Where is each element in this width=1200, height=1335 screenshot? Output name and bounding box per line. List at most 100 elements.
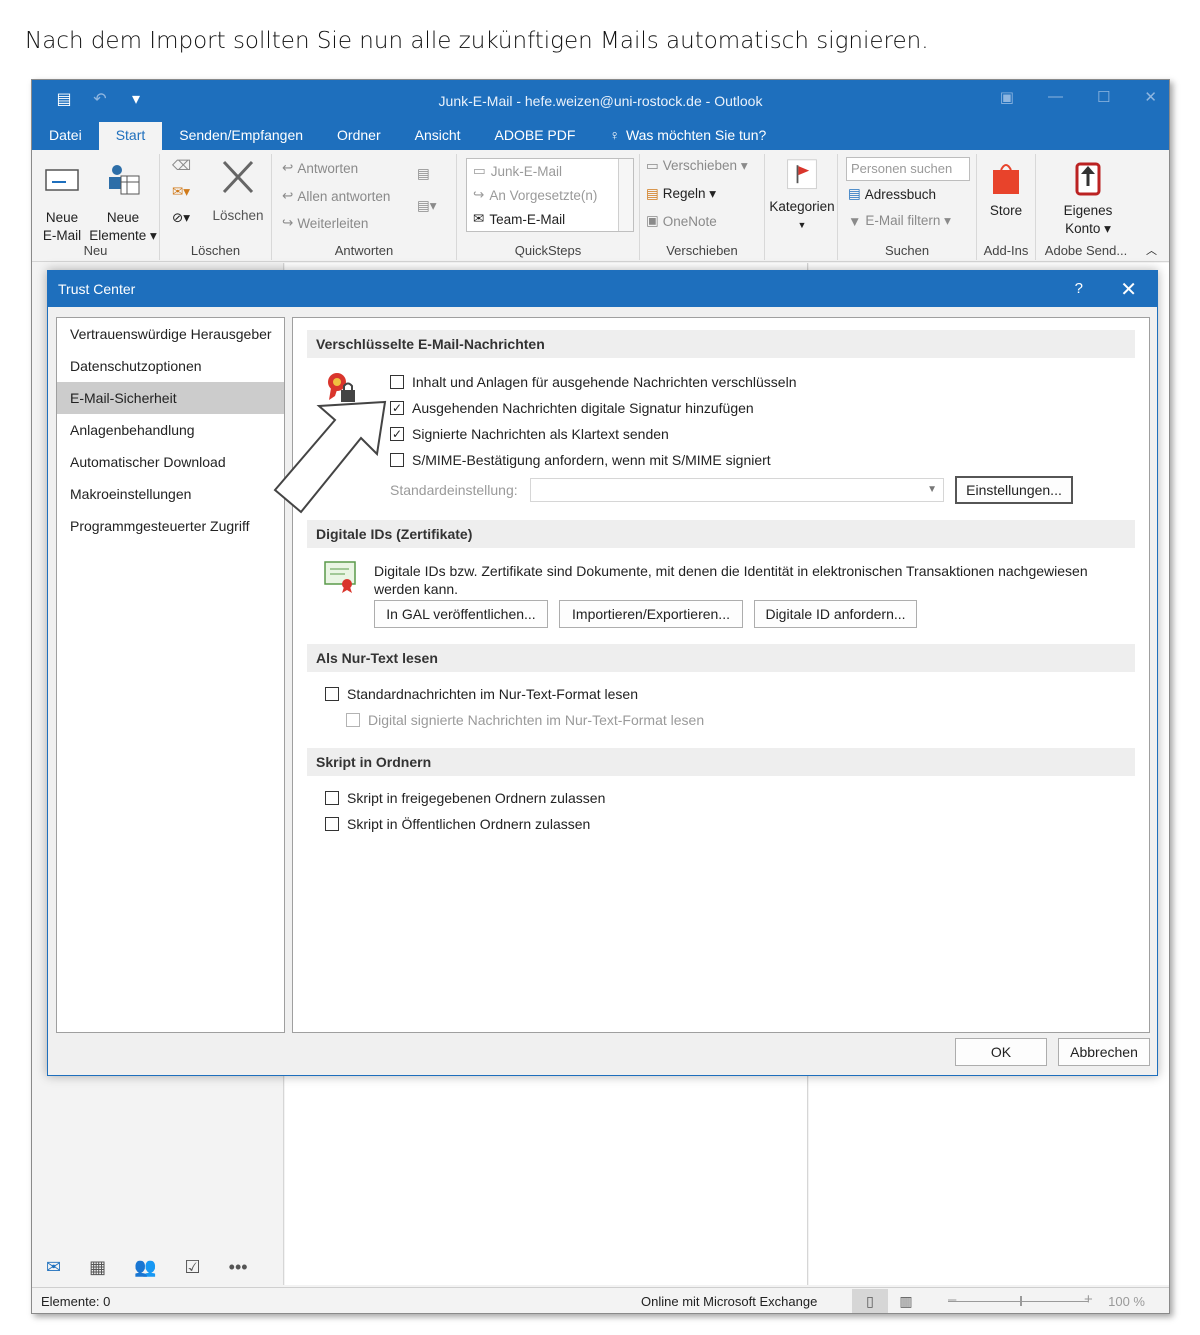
option-encrypt-outgoing[interactable]: Inhalt und Anlagen für ausgehende Nachri… [390,374,796,390]
request-digital-id-button[interactable]: Digitale ID anfordern... [754,600,917,628]
delete-x-icon [222,160,254,194]
folder-icon: ▭ [473,163,486,178]
default-setting-dropdown[interactable]: ▼ [530,478,944,502]
tell-me-label: Was möchten Sie tun? [625,127,767,143]
section-header-script: Skript in Ordnern [307,748,1135,776]
group-adobe-send: Eigenes Konto ▾ Adobe Send... [1036,154,1136,260]
reply-all-button[interactable]: ↩ Allen antworten [282,188,390,204]
zoom-out-icon[interactable]: – [948,1291,956,1308]
categories-dropdown-icon: ▼ [797,220,807,230]
group-label-antworten: Antworten [334,243,394,258]
mail-icon[interactable]: ✉ [46,1257,61,1278]
new-items-icon [109,165,140,195]
checkbox-read-signed-plain-text[interactable] [346,713,360,727]
group-kategorien: Kategorien ▼ [765,154,838,260]
reply-all-icon: ↩ [282,188,294,203]
tasks-icon[interactable]: ☑ [185,1257,201,1278]
zoom-in-icon[interactable]: + [1084,1291,1093,1308]
reply-button[interactable]: ↩ Antworten [282,160,358,176]
close-icon[interactable]: ✕ [1120,277,1137,302]
group-label-loeschen: Löschen [190,243,241,258]
option-read-signed-plain-text[interactable]: Digital signierte Nachrichten im Nur-Tex… [346,712,704,728]
group-suchen: Personen suchen ▤ Adressbuch ▼ E-Mail filt… [838,154,977,260]
ignore-icon[interactable]: ⌫ [172,158,191,174]
category-attachment-handling[interactable]: Anlagenbehandlung [57,414,284,446]
intro-text: Nach dem Import sollten Sie nun alle zuk… [25,28,929,54]
help-icon[interactable]: ? [1075,280,1083,297]
checkbox-script-shared-folders[interactable] [325,791,339,805]
quickstep-team[interactable]: ✉ Team-E-Mail [467,207,633,231]
option-script-public-folders[interactable]: Skript in Öffentlichen Ordnern zulassen [325,816,590,832]
category-programmatic-access[interactable]: Programmgesteuerter Zugriff [57,510,284,542]
section-header-encrypted: Verschlüsselte E-Mail-Nachrichten [307,330,1135,358]
quickstep-junk[interactable]: ▭ Junk-E-Mail [467,159,633,183]
category-privacy-options[interactable]: Datenschutzoptionen [57,350,284,382]
delete-button[interactable]: Löschen [208,158,268,225]
tab-senden-empfangen[interactable]: Senden/Empfangen [162,122,320,150]
meeting-icon[interactable]: ▤ [417,166,430,182]
own-account-button[interactable]: Eigenes Konto ▾ [1046,158,1130,238]
lightbulb-icon: ♀ [609,127,620,143]
forward-icon: ↪ [473,187,485,202]
filter-icon: ▼ [848,213,862,229]
minimize-icon[interactable]: — [1048,88,1063,106]
more-icon[interactable]: ••• [229,1257,248,1278]
window-controls: ▣ — ☐ ✕ [1000,88,1157,106]
tell-me-box[interactable]: ♀ Was möchten Sie tun? [592,122,783,150]
category-automatic-download[interactable]: Automatischer Download [57,446,284,478]
category-email-security[interactable]: E-Mail-Sicherheit [57,382,284,414]
new-items-button[interactable]: Neue Elemente ▾ [88,160,158,245]
checkbox-encrypt-outgoing[interactable] [390,375,404,389]
tab-start[interactable]: Start [98,122,163,150]
new-email-button[interactable]: Neue E-Mail [38,160,86,245]
publish-gal-button[interactable]: In GAL veröffentlichen... [374,600,548,628]
calendar-icon[interactable]: ▦ [89,1257,106,1278]
zoom-slider[interactable] [948,1301,1088,1302]
import-export-button[interactable]: Importieren/Exportieren... [559,600,743,628]
people-search-input[interactable]: Personen suchen [846,157,970,181]
categories-button[interactable]: Kategorien ▼ [767,158,837,234]
filter-email-button[interactable]: ▼ E-Mail filtern ▾ [848,213,951,229]
tab-adobe-pdf[interactable]: ADOBE PDF [478,122,593,150]
group-neu: Neue E-Mail Neue Elemente ▾ Neu [32,154,160,260]
move-button[interactable]: ▭ Verschieben ▾ [646,158,748,174]
category-macro-settings[interactable]: Makroeinstellungen [57,478,284,510]
trust-center-dialog: Trust Center ? ✕ Vertrauenswürdige Herau… [47,270,1158,1076]
cleanup-icon[interactable]: ✉▾ [172,184,190,200]
checkbox-read-plain-text[interactable] [325,687,339,701]
tab-ordner[interactable]: Ordner [320,122,398,150]
zoom-slider-knob[interactable] [1020,1296,1022,1306]
option-send-clear-text[interactable]: ✓ Signierte Nachrichten als Klartext sen… [390,426,669,442]
option-smime-receipt[interactable]: S/MIME-Bestätigung anfordern, wenn mit S… [390,452,771,468]
checkbox-script-public-folders[interactable] [325,817,339,831]
category-trusted-publishers[interactable]: Vertrauenswürdige Herausgeber [57,318,284,350]
collapse-ribbon-icon[interactable]: ︿ [1146,242,1157,258]
junk-icon[interactable]: ⊘▾ [172,210,190,226]
option-add-digital-signature[interactable]: ✓ Ausgehenden Nachrichten digitale Signa… [390,400,754,416]
tab-ansicht[interactable]: Ansicht [398,122,478,150]
store-button[interactable]: Store [977,158,1035,220]
quickstep-manager[interactable]: ↪ An Vorgesetzte(n) [467,183,633,207]
group-label-neu: Neu [83,243,108,258]
adobe-send-icon [1075,162,1101,196]
ribbon-display-icon[interactable]: ▣ [1000,88,1014,106]
reading-view-icon[interactable]: ▥ [888,1289,924,1313]
ok-button[interactable]: OK [955,1038,1047,1066]
option-read-plain-text[interactable]: Standardnachrichten im Nur-Text-Format l… [325,686,638,702]
people-icon[interactable]: 👥 [134,1257,156,1278]
cancel-button[interactable]: Abbrechen [1058,1038,1150,1066]
forward-button[interactable]: ↪ Weiterleiten [282,215,368,231]
rules-button[interactable]: ▤ Regeln ▾ [646,186,716,202]
tab-datei[interactable]: Datei [32,122,99,150]
normal-view-icon[interactable]: ▯ [852,1289,888,1313]
more-reply-icon[interactable]: ▤▾ [417,198,437,214]
quicksteps-scrollbar[interactable] [618,159,633,231]
maximize-icon[interactable]: ☐ [1097,88,1110,106]
item-count: Elemente: 0 [41,1294,111,1309]
onenote-button[interactable]: ▣ OneNote [646,213,717,229]
close-window-icon[interactable]: ✕ [1144,88,1157,106]
zoom-level: 100 % [1108,1294,1145,1309]
addressbook-button[interactable]: ▤ Adressbuch [848,186,936,202]
settings-button[interactable]: Einstellungen... [955,476,1073,504]
option-script-shared-folders[interactable]: Skript in freigegebenen Ordnern zulassen [325,790,605,806]
